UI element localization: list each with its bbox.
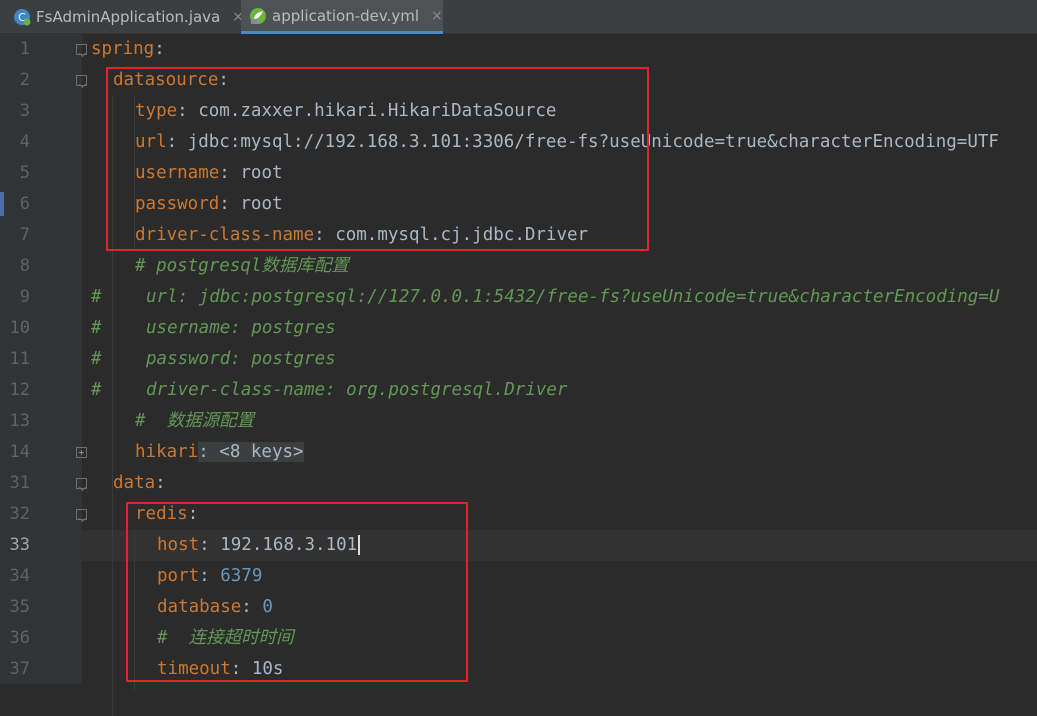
fold-collapse-icon[interactable]	[76, 478, 87, 489]
yaml-comment: url: jdbc:postgresql://127.0.0.1:5432/fr…	[146, 287, 1000, 307]
comment-marker: #	[91, 287, 102, 307]
code-text: driver-class-name: org.postgresql.Driver	[146, 380, 567, 401]
code-text: spring:	[91, 39, 165, 60]
code-text: password: postgres	[146, 349, 336, 370]
yaml-comment: username: postgres	[146, 318, 336, 338]
yaml-key: data	[113, 473, 156, 493]
line-number: 34	[9, 566, 30, 586]
fold-collapse-icon[interactable]	[76, 75, 87, 86]
line-number: 31	[9, 473, 30, 493]
code-line[interactable]: 9 # url: jdbc:postgresql://127.0.0.1:5432/…	[0, 282, 1037, 313]
comment-marker: #	[91, 380, 102, 400]
code-text: # postgresql数据库配置	[135, 256, 349, 277]
code-line[interactable]: 11 # password: postgres	[0, 344, 1037, 375]
code-line[interactable]: 14 hikari: <8 keys>	[0, 437, 1037, 468]
yaml-comment: # postgresql数据库配置	[135, 256, 349, 276]
line-number: 33	[9, 535, 30, 555]
line-number: 5	[19, 163, 30, 183]
code-text: url: jdbc:postgresql://127.0.0.1:5432/fr…	[146, 287, 999, 308]
yaml-comment: password: postgres	[146, 349, 336, 369]
line-number: 1	[19, 39, 30, 59]
yaml-comment: driver-class-name: org.postgresql.Driver	[146, 380, 568, 400]
tab-label: application-dev.yml	[272, 6, 420, 25]
line-number: 13	[9, 411, 30, 431]
line-number: 11	[9, 349, 30, 369]
line-number: 14	[9, 442, 30, 462]
line-number: 37	[9, 659, 30, 679]
code-text: # 数据源配置	[135, 411, 254, 432]
highlight-box-redis	[126, 502, 468, 682]
yaml-value: :	[155, 473, 166, 493]
tab-label: FsAdminApplication.java	[36, 8, 221, 26]
code-line[interactable]: 8 # postgresql数据库配置	[0, 251, 1037, 282]
line-number: 32	[9, 504, 30, 524]
line-number: 7	[19, 225, 30, 245]
line-number: 8	[19, 256, 30, 276]
code-line[interactable]: 13 # 数据源配置	[0, 406, 1037, 437]
yaml-key: spring	[91, 39, 155, 59]
line-number: 4	[19, 132, 30, 152]
line-number: 9	[19, 287, 30, 307]
line-number: 3	[19, 101, 30, 121]
fold-expand-icon[interactable]	[76, 447, 87, 458]
spring-boot-java-class-icon: C	[14, 9, 31, 26]
spring-yaml-config-icon	[250, 7, 266, 24]
fold-collapse-icon[interactable]	[76, 509, 87, 520]
fold-collapse-icon[interactable]	[76, 44, 87, 55]
code-line[interactable]: 10 # username: postgres	[0, 313, 1037, 344]
code-line[interactable]: 12 # driver-class-name: org.postgresql.Dri…	[0, 375, 1037, 406]
comment-marker: #	[91, 318, 102, 338]
code-text: username: postgres	[146, 318, 336, 339]
code-line[interactable]: 31 data:	[0, 468, 1037, 499]
editor-tab-bar: C FsAdminApplication.java × application-…	[0, 0, 1037, 34]
tab-close-icon[interactable]: ×	[431, 8, 443, 24]
line-number: 2	[19, 70, 30, 90]
code-line[interactable]: 1 spring:	[0, 34, 1037, 65]
tab-application-dev-yml[interactable]: application-dev.yml ×	[241, 0, 443, 34]
line-number: 36	[9, 628, 30, 648]
line-number: 35	[9, 597, 30, 617]
line-number: 12	[9, 380, 30, 400]
highlight-box-datasource	[106, 67, 649, 251]
comment-marker: #	[91, 349, 102, 369]
yaml-comment: # 数据源配置	[135, 411, 255, 431]
line-number: 10	[9, 318, 30, 338]
code-text: hikari: <8 keys>	[135, 442, 304, 463]
yaml-value: :	[154, 39, 165, 59]
code-text: data:	[113, 473, 166, 494]
yaml-value[interactable]: : <8 keys>	[198, 442, 304, 462]
yaml-key: hikari	[135, 442, 199, 462]
tab-fsadminapplication-java[interactable]: C FsAdminApplication.java ×	[0, 0, 244, 34]
line-number: 6	[19, 194, 30, 214]
